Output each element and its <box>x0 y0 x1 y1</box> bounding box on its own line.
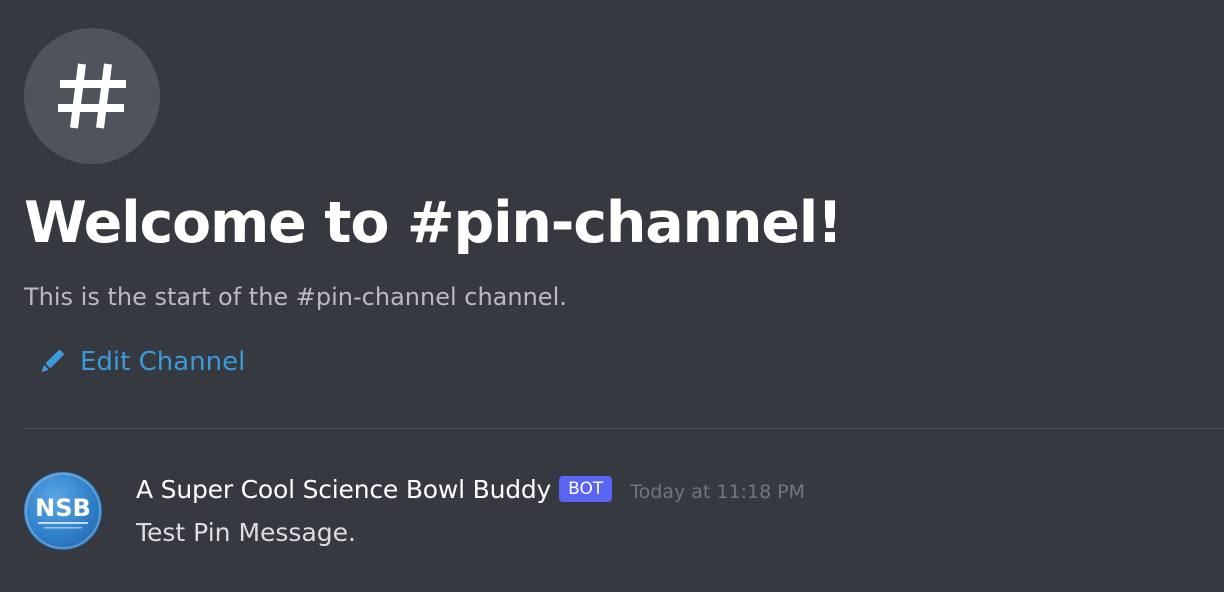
edit-channel-button[interactable]: Edit Channel <box>36 344 245 380</box>
message-content: Test Pin Message. <box>136 518 356 547</box>
bot-badge: BOT <box>559 476 613 502</box>
message-header: A Super Cool Science Bowl Buddy BOT Toda… <box>136 472 805 508</box>
nsb-logo-icon: NSB <box>25 473 101 549</box>
avatar[interactable]: NSB <box>24 472 102 550</box>
divider <box>24 428 1224 429</box>
welcome-title: Welcome to #pin-channel! <box>24 190 843 256</box>
hashtag-icon <box>24 28 160 164</box>
pencil-icon <box>41 349 65 373</box>
channel-view: Welcome to #pin-channel! This is the sta… <box>0 0 1224 592</box>
svg-text:NSB: NSB <box>35 494 91 522</box>
edit-channel-label: Edit Channel <box>80 347 246 377</box>
message-item: NSB A Super Cool Science Bowl Buddy BOT … <box>24 470 1204 560</box>
username[interactable]: A Super Cool Science Bowl Buddy <box>136 472 551 508</box>
welcome-subtitle: This is the start of the #pin-channel ch… <box>24 283 567 311</box>
message-timestamp: Today at 11:18 PM <box>630 481 806 503</box>
